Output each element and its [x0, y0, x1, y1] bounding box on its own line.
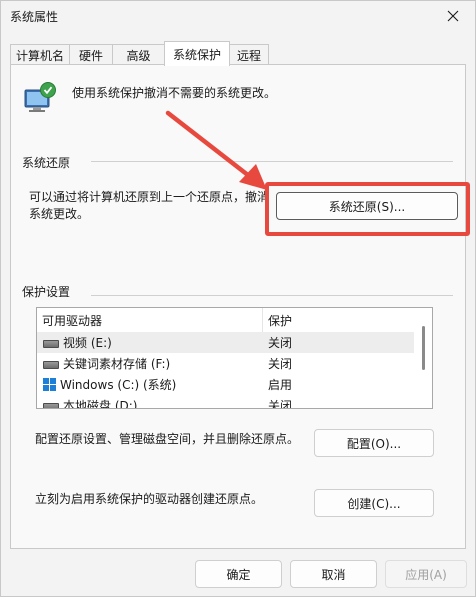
tab-remote[interactable]: 远程: [229, 44, 269, 65]
description-line: 可以通过将计算机还原到上一个还原点，撤消: [29, 190, 270, 204]
window-title: 系统属性: [10, 10, 59, 24]
group-divider: [91, 161, 453, 162]
list-item[interactable]: Windows (C:) (系统) 启用: [37, 374, 414, 395]
list-scrollbar[interactable]: [414, 308, 432, 408]
cancel-button[interactable]: 取消: [290, 560, 377, 588]
drive-name: 视频 (E:): [63, 336, 112, 350]
configure-button[interactable]: 配置(O)...: [314, 429, 434, 457]
scrollbar-thumb[interactable]: [422, 326, 425, 370]
drive-icon: [43, 360, 59, 369]
ok-button[interactable]: 确定: [195, 560, 282, 588]
tab-label: 高级: [126, 48, 151, 63]
group-label-protection-settings: 保护设置: [22, 283, 77, 300]
drive-icon: [43, 402, 59, 408]
system-protection-icon: [24, 82, 56, 112]
list-item[interactable]: 视频 (E:) 关闭: [37, 332, 414, 353]
intro-text: 使用系统保护撤消不需要的系统更改。: [72, 86, 277, 100]
configure-description: 配置还原设置、管理磁盘空间，并且删除还原点。: [35, 432, 300, 446]
description-line: 系统更改。: [29, 207, 90, 221]
windows-drive-icon: [43, 378, 56, 391]
close-button[interactable]: [431, 1, 475, 31]
apply-button[interactable]: 应用(A): [385, 560, 467, 588]
button-label: 配置(O)...: [346, 436, 402, 451]
create-description: 立刻为启用系统保护的驱动器创建还原点。: [35, 492, 264, 506]
group-divider: [91, 295, 453, 296]
column-header-protection[interactable]: 保护: [263, 308, 403, 332]
tab-computer-name[interactable]: 计算机名: [10, 44, 70, 65]
tab-label: 远程: [236, 48, 261, 63]
protection-status: 关闭: [268, 399, 293, 409]
system-restore-description: 可以通过将计算机还原到上一个还原点，撤消 系统更改。: [29, 189, 269, 223]
button-label: 确定: [226, 567, 251, 582]
protection-status: 关闭: [268, 336, 293, 350]
tab-label: 系统保护: [172, 47, 221, 62]
system-properties-window: 系统属性 计算机名 硬件 高级 系统保护 远程 使用系统保护撤消不需要的系统更改…: [0, 0, 476, 597]
tab-strip: 计算机名 硬件 高级 系统保护 远程: [10, 41, 466, 66]
column-header-drives[interactable]: 可用驱动器: [37, 308, 263, 332]
title-bar: 系统属性: [1, 1, 475, 33]
protection-status: 启用: [268, 378, 293, 392]
button-label: 创建(C)...: [347, 496, 401, 511]
close-icon: [447, 10, 459, 22]
list-item[interactable]: 关键词素材存储 (F:) 关闭: [37, 353, 414, 374]
list-item[interactable]: 本地磁盘 (D:) 关闭: [37, 395, 414, 409]
drive-name: Windows (C:) (系统): [60, 378, 177, 392]
drive-list[interactable]: 可用驱动器 保护 视频 (E:) 关闭 关键词素材存储 (F:) 关闭 Wind…: [36, 307, 433, 409]
annotation-highlight-box: [265, 182, 470, 236]
drive-name: 关键词素材存储 (F:): [63, 357, 171, 371]
drive-icon: [43, 339, 59, 348]
list-header: 可用驱动器 保护: [37, 308, 414, 333]
tab-hardware[interactable]: 硬件: [69, 44, 113, 65]
create-button[interactable]: 创建(C)...: [314, 489, 434, 517]
tab-advanced[interactable]: 高级: [112, 44, 165, 65]
button-label: 取消: [321, 567, 346, 582]
drive-name: 本地磁盘 (D:): [63, 399, 138, 409]
tab-system-protection[interactable]: 系统保护: [164, 41, 230, 66]
tab-label: 硬件: [78, 48, 103, 63]
tab-label: 计算机名: [15, 48, 64, 63]
group-label-system-restore: 系统还原: [22, 154, 77, 171]
protection-status: 关闭: [268, 357, 293, 371]
button-label: 应用(A): [405, 567, 447, 582]
